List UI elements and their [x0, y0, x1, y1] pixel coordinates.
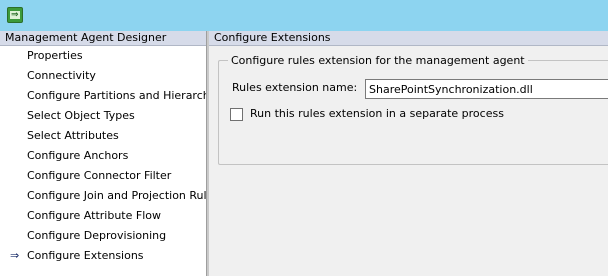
content-panel-header: Configure Extensions: [209, 31, 608, 46]
nav-item-configure-connector-filter[interactable]: Configure Connector Filter: [0, 166, 206, 186]
nav-item-label: Properties: [27, 49, 83, 62]
nav-item-configure-deprovisioning[interactable]: Configure Deprovisioning: [0, 226, 206, 246]
nav-item-label: Configure Connector Filter: [27, 169, 172, 182]
nav-item-label: Configure Attribute Flow: [27, 209, 161, 222]
rules-extension-name-label: Rules extension name:: [232, 81, 358, 94]
rules-extension-name-input[interactable]: [365, 79, 608, 99]
nav-item-properties[interactable]: Properties: [0, 46, 206, 66]
nav-item-label: Configure Anchors: [27, 149, 129, 162]
nav-item-connectivity[interactable]: Connectivity: [0, 66, 206, 86]
nav-item-label: Configure Join and Projection Rules: [27, 189, 220, 202]
nav-item-configure-extensions[interactable]: ⇒ Configure Extensions: [0, 246, 206, 266]
nav-item-label: Select Object Types: [27, 109, 135, 122]
app-icon[interactable]: ⇒: [7, 7, 23, 23]
title-bar: ⇒: [0, 0, 608, 32]
nav-item-configure-attribute-flow[interactable]: Configure Attribute Flow: [0, 206, 206, 226]
management-agent-designer-window: ⇒ Management Agent Designer Properties Co…: [0, 0, 608, 276]
nav-item-label: Select Attributes: [27, 129, 119, 142]
active-item-arrow-icon: ⇒: [10, 249, 20, 262]
nav-item-configure-join-and-projection-rules[interactable]: Configure Join and Projection Rules: [0, 186, 219, 206]
nav-item-select-object-types[interactable]: Select Object Types: [0, 106, 206, 126]
nav-item-select-attributes[interactable]: Select Attributes: [0, 126, 206, 146]
nav-item-label: Configure Extensions: [27, 249, 144, 262]
separate-process-checkbox[interactable]: [230, 108, 243, 121]
nav-item-configure-partitions-and-hierarchies[interactable]: Configure Partitions and Hierarchies: [0, 86, 225, 106]
nav-item-label: Connectivity: [27, 69, 96, 82]
designer-nav-panel: Management Agent Designer Properties Conn…: [0, 31, 225, 276]
designer-nav-list: Properties Connectivity Configure Partitio…: [0, 46, 225, 266]
nav-item-label: Configure Deprovisioning: [27, 229, 167, 242]
separate-process-label[interactable]: Run this rules extension in a separate p…: [250, 107, 504, 121]
configure-extensions-panel: Configure Extensions Configure rules ext…: [209, 31, 608, 276]
nav-item-label: Configure Partitions and Hierarchies: [27, 89, 226, 102]
nav-item-configure-anchors[interactable]: Configure Anchors: [0, 146, 206, 166]
app-icon-arrow: ⇒: [11, 10, 19, 20]
nav-panel-header: Management Agent Designer: [0, 31, 206, 46]
rules-extension-group-title: Configure rules extension for the manage…: [228, 54, 528, 68]
